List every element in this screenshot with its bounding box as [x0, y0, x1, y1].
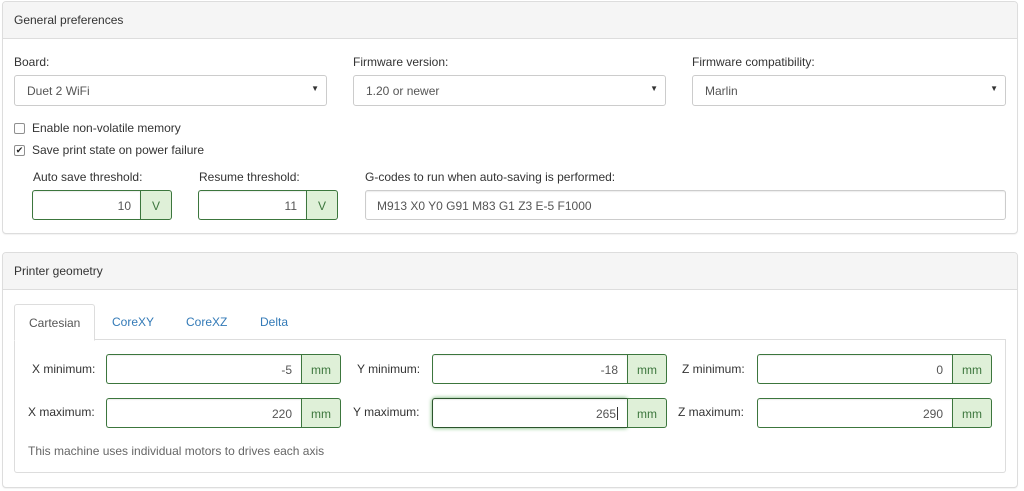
resume-input[interactable]: 11	[198, 190, 306, 220]
firmware-compat-value: Marlin	[705, 84, 738, 98]
x-min-input[interactable]: -5	[106, 354, 301, 384]
x-max-label: X maximum:	[28, 405, 95, 419]
tab-corexz[interactable]: CoreXZ	[172, 304, 241, 340]
printer-geometry-panel: Printer geometry Cartesian CoreXY CoreXZ…	[2, 252, 1018, 488]
resume-input-group: 11 V	[198, 190, 338, 220]
z-max-input[interactable]: 290	[757, 398, 952, 428]
firmware-compat-select[interactable]: Marlin ▼	[692, 75, 1006, 106]
firmware-version-value: 1.20 or newer	[366, 84, 440, 98]
chevron-down-icon: ▼	[650, 84, 658, 93]
resume-unit: V	[306, 190, 338, 220]
y-max-label: Y maximum:	[353, 405, 420, 419]
y-max-value: 265	[595, 407, 616, 421]
board-label: Board:	[14, 55, 50, 69]
z-min-input[interactable]: 0	[757, 354, 952, 384]
printer-geometry-heading: Printer geometry	[3, 253, 1017, 290]
geometry-hint-text: This machine uses individual motors to d…	[28, 444, 325, 458]
z-max-label: Z maximum:	[678, 405, 744, 419]
checkmark-icon: ✔	[15, 145, 24, 155]
text-cursor	[617, 407, 618, 420]
tab-cartesian[interactable]: Cartesian	[14, 304, 96, 341]
nvram-label: Enable non-volatile memory	[32, 121, 181, 135]
chevron-down-icon: ▼	[311, 84, 319, 93]
x-min-input-group: -5 mm	[106, 354, 341, 384]
y-min-input-group: -18 mm	[432, 354, 667, 384]
board-select-value: Duet 2 WiFi	[27, 84, 90, 98]
x-max-input-group: 220 mm	[106, 398, 341, 428]
auto-save-unit: V	[140, 190, 172, 220]
firmware-compat-label: Firmware compatibility:	[692, 55, 815, 69]
z-min-unit: mm	[952, 354, 992, 384]
save-state-label: Save print state on power failure	[32, 143, 205, 157]
general-preferences-heading: General preferences	[3, 2, 1017, 39]
x-min-label: X minimum:	[32, 362, 96, 376]
y-max-input[interactable]: 265	[432, 398, 627, 428]
x-min-unit: mm	[301, 354, 341, 384]
firmware-version-label: Firmware version:	[353, 55, 449, 69]
chevron-down-icon: ▼	[990, 84, 998, 93]
tab-corexy[interactable]: CoreXY	[98, 304, 168, 340]
tab-delta[interactable]: Delta	[246, 304, 302, 340]
y-max-unit: mm	[627, 398, 667, 428]
general-preferences-panel: General preferences Board: Duet 2 WiFi ▼…	[2, 1, 1018, 234]
z-min-input-group: 0 mm	[757, 354, 992, 384]
board-select[interactable]: Duet 2 WiFi ▼	[14, 75, 327, 106]
y-min-unit: mm	[627, 354, 667, 384]
y-max-input-group: 265 mm	[432, 398, 667, 428]
gcodes-label: G-codes to run when auto-saving is perfo…	[365, 170, 616, 184]
y-min-label: Y minimum:	[357, 362, 421, 376]
gcodes-input[interactable]: M913 X0 Y0 G91 M83 G1 Z3 E-5 F1000	[365, 190, 1006, 220]
z-max-unit: mm	[952, 398, 992, 428]
z-min-label: Z minimum:	[682, 362, 745, 376]
nvram-checkbox[interactable]	[14, 123, 25, 134]
z-max-input-group: 290 mm	[757, 398, 992, 428]
save-state-checkbox[interactable]: ✔	[14, 145, 25, 156]
x-max-unit: mm	[301, 398, 341, 428]
auto-save-input[interactable]: 10	[32, 190, 140, 220]
x-max-input[interactable]: 220	[106, 398, 301, 428]
auto-save-input-group: 10 V	[32, 190, 172, 220]
firmware-version-select[interactable]: 1.20 or newer ▼	[353, 75, 666, 106]
y-min-input[interactable]: -18	[432, 354, 627, 384]
auto-save-label: Auto save threshold:	[33, 170, 143, 184]
resume-label: Resume threshold:	[199, 170, 300, 184]
